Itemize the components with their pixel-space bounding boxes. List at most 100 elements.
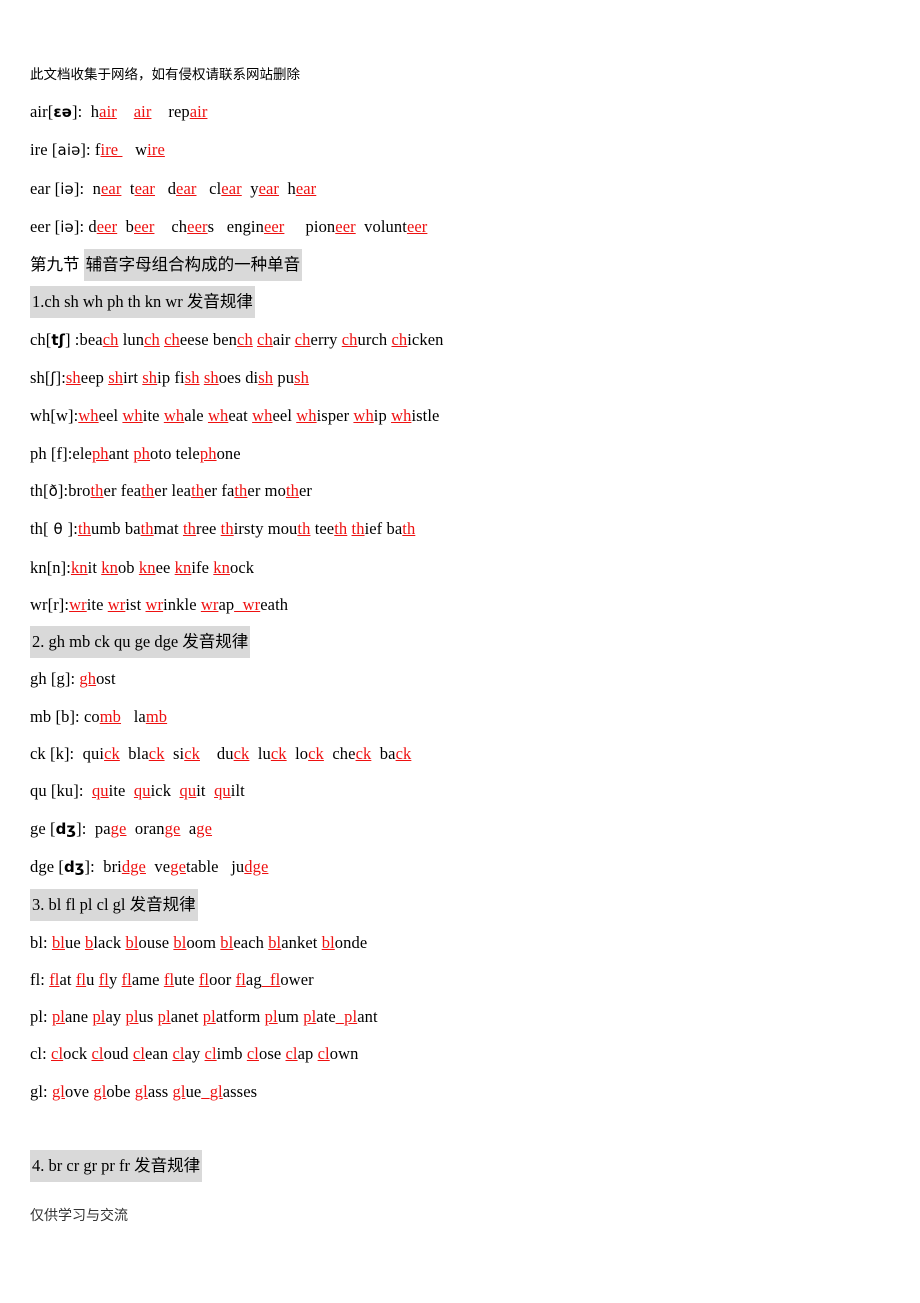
w-pioneer: eer [335,216,356,236]
line-ear-prefix: ear [ [30,178,61,198]
section-heading-2-text: 2. gh mb ck qu ge dge 发音规律 [30,626,251,659]
line-eer: eer [iə]: deer beer cheers engineer pion… [30,208,910,246]
w-clock: cl [51,1044,64,1064]
w-glue: gl [172,1081,186,1101]
w-flu: fl [75,969,87,989]
row-qu: qu [ku]: quite quick quit quilt [30,781,245,801]
w-plane: pl [51,1007,65,1027]
word-air-highlight: air [133,102,152,121]
w-mother: th [285,480,299,500]
w-bleach: bl [220,932,234,952]
w-luck: ck [270,744,287,764]
ipa-sh: ʃ [50,369,56,388]
w-white: wh [122,406,143,426]
section-title-highlighted: 辅音字母组合构成的一种单音 [83,249,303,282]
sp: b [117,216,134,236]
sp3: w [122,140,148,160]
w-three: th [182,519,196,539]
row-kn: kn[n]:knit knob knee knife knock [30,557,255,577]
w-volunteer: eer [406,216,428,236]
w-black-bl: b [85,932,94,952]
w-ghost: gh [79,669,97,689]
w-near: ear [100,178,122,198]
w-black-ck: ck [148,744,165,764]
sp: cl [196,178,222,198]
w-planet: pl [157,1007,171,1027]
w-clean: cl [132,1044,145,1064]
document-body: air[ɛə]: hair air repair ire [aiə]: fire… [30,93,910,1184]
document-page: 此文档收集于网络，如有侵权请联系网站删除 air[ɛə]: hair air r… [0,0,920,1303]
w-thirsty: th [220,519,234,539]
w-plum: pl [264,1007,278,1027]
w-wrist: wr [107,594,126,614]
w-back: ck [395,744,412,764]
w-bathmat: th [140,519,154,539]
w-wrap: wr [200,594,219,614]
w-climb: cl [204,1044,217,1064]
sp: t [121,178,135,198]
w-wrinkle: wr [145,594,164,614]
w-year: ear [258,178,280,198]
line-ear: ear [iə]: near tear dear clear year hear [30,170,910,208]
w-clap: cl [285,1044,298,1064]
w-cheers: eer [187,216,208,236]
w-knee: kn [138,557,156,577]
w-wheel: wh [78,406,99,426]
w-dish: sh [258,368,274,388]
row-sh: sh[ʃ]:sheep shirt ship fish shoes dish p… [30,368,309,388]
line-air: air[ɛə]: hair air repair [30,93,910,131]
w-plus: pl [125,1007,139,1027]
w-ship: sh [142,368,158,388]
header-note: 此文档收集于网络，如有侵权请联系网站删除 [30,67,300,83]
ipa-eer: iə [60,217,74,236]
w-push: sh [294,368,309,388]
w-quite: qu [91,781,109,801]
w-flower: _fl [261,969,281,989]
w-flute: fl [163,969,175,989]
w-check: ck [355,744,372,764]
line-air-prefix: air[ [30,102,54,121]
w-shoes: sh [203,368,219,388]
row-bl: bl: blue black blouse bloom bleach blank… [30,932,368,952]
w-clear: ear [221,178,242,198]
w-knit: kn [70,557,88,577]
w-page: ge [110,818,127,838]
section-heading-3-text: 3. bl fl pl cl gl 发音规律 [30,889,198,922]
w-shirt: sh [108,368,124,388]
w-write: wr [69,594,87,614]
w-elephant: ph [91,443,109,463]
row-gl: gl: glove globe glass glue_glasses [30,1081,258,1101]
row-cl: cl: clock cloud clean clay climb close c… [30,1044,359,1064]
w-cheese: ch [164,329,180,349]
line-ire-prefix: ire [ [30,140,58,160]
line-ire-colon: ]: f [80,140,101,160]
w-thumb: th [77,519,91,539]
section-title: 第九节 辅音字母组合构成的一种单音 [30,246,910,283]
w-deer: eer [96,216,118,236]
w-fly: fl [98,969,109,989]
row-th-voiced: th[ð]:brother feather leather father mot… [30,480,313,500]
w-father: th [234,480,248,500]
w-engineer: eer [263,216,285,236]
line-air-colon: ]: h [72,102,100,121]
section-title-plain: 第九节 [30,255,80,275]
w-glasses: _gl [201,1081,223,1101]
w-wheat: wh [207,406,229,426]
footer-note: 仅供学习与交流 [30,1208,128,1224]
row-ck: ck [k]: quick black sick duck luck lock … [30,744,412,764]
sp: d [155,178,177,198]
row-ph: ph [f]:elephant photo telephone [30,443,241,463]
w-knife: kn [174,557,192,577]
line-ear-colon: ]: n [73,178,101,198]
w-tear: ear [134,178,156,198]
w-duck: ck [233,744,250,764]
word-hair-highlight: air [99,102,117,121]
row-dge: dge [dʒ]: bridge vegetable judge [30,856,269,876]
section-heading-1-text: 1.ch sh wh ph th kn wr 发音规律 [30,286,255,319]
w-photo: ph [133,443,151,463]
row-gh: gh [g]: ghost [30,669,116,689]
w-comb: mb [99,706,122,726]
row-ch: ch[tʃ] :beach lunch cheese bench chair c… [30,329,444,349]
w-flat: fl [49,969,60,989]
